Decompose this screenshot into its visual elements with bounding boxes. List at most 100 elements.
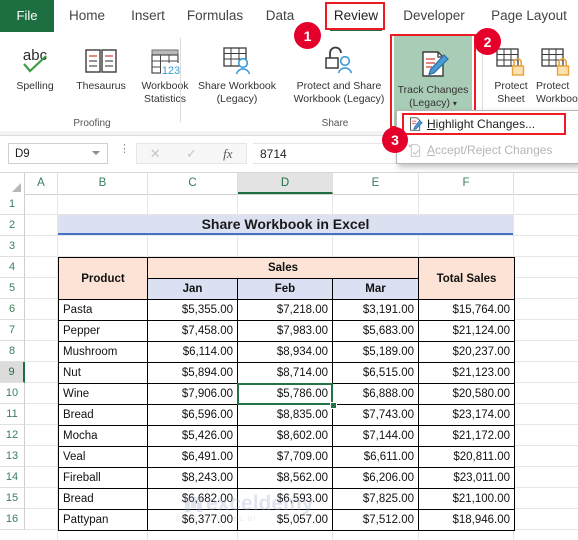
cell-feb[interactable]: $6,593.00 — [237, 488, 333, 510]
cell-product[interactable]: Pattypan — [58, 509, 148, 531]
row-header-9[interactable]: 9 — [0, 362, 25, 383]
cell-feb[interactable]: $5,057.00 — [237, 509, 333, 531]
cell-jan[interactable]: $7,458.00 — [147, 320, 238, 342]
row-header-1[interactable]: 1 — [0, 194, 25, 215]
cell-feb[interactable]: $7,218.00 — [237, 299, 333, 321]
fill-handle[interactable] — [330, 402, 337, 409]
cell-jan[interactable]: $6,596.00 — [147, 404, 238, 426]
cell-total[interactable]: $21,172.00 — [418, 425, 516, 447]
cell-total[interactable]: $21,123.00 — [418, 362, 516, 384]
table-row[interactable]: Fireball $8,243.00 $8,562.00 $6,206.00 $… — [58, 467, 516, 489]
cell-jan[interactable]: $6,114.00 — [147, 341, 238, 363]
column-header-d[interactable]: D — [238, 173, 333, 194]
cell-total[interactable]: $20,580.00 — [418, 383, 516, 405]
cell-product[interactable]: Fireball — [58, 467, 148, 489]
cell-mar[interactable]: $6,888.00 — [331, 383, 420, 405]
name-box[interactable]: D9 — [8, 143, 108, 164]
cell-total[interactable]: $20,237.00 — [418, 341, 516, 363]
cell-mar[interactable]: $7,743.00 — [331, 404, 420, 426]
cell-product[interactable]: Wine — [58, 383, 148, 405]
row-header-11[interactable]: 11 — [0, 404, 25, 425]
column-header-g[interactable] — [514, 173, 578, 194]
cell-feb[interactable]: $8,602.00 — [237, 425, 333, 447]
table-row[interactable]: Wine $7,906.00 $5,786.00 $6,888.00 $20,5… — [58, 383, 516, 405]
cell-jan[interactable]: $6,682.00 — [147, 488, 238, 510]
cell-total[interactable]: $23,174.00 — [418, 404, 516, 426]
row-header-4[interactable]: 4 — [0, 257, 25, 278]
cell-jan[interactable]: $5,426.00 — [147, 425, 238, 447]
table-row[interactable]: Pattypan $6,377.00 $5,057.00 $7,512.00 $… — [58, 509, 516, 531]
cell-feb[interactable]: $8,562.00 — [237, 467, 333, 489]
cell-total[interactable]: $23,011.00 — [418, 467, 516, 489]
row-header-3[interactable]: 3 — [0, 236, 25, 257]
cell-jan[interactable]: $6,377.00 — [147, 509, 238, 531]
protect-workbook-button[interactable]: Protect Workbook — [536, 34, 578, 105]
column-header-b[interactable]: B — [58, 173, 148, 194]
tab-developer[interactable]: Developer — [395, 0, 473, 32]
cell-feb[interactable]: $8,835.00 — [237, 404, 333, 426]
sheet-area[interactable]: Share Workbook in Excel Product Sales To… — [25, 194, 578, 540]
sheet-title-banner[interactable]: Share Workbook in Excel — [58, 215, 513, 235]
cell-mar[interactable]: $6,206.00 — [331, 467, 420, 489]
cell-jan[interactable]: $5,355.00 — [147, 299, 238, 321]
cell-mar[interactable]: $7,825.00 — [331, 488, 420, 510]
cell-product[interactable]: Bread — [58, 404, 148, 426]
name-box-chevron-down-icon[interactable] — [92, 151, 100, 155]
cell-mar[interactable]: $7,512.00 — [331, 509, 420, 531]
cell-product[interactable]: Nut — [58, 362, 148, 384]
tab-insert[interactable]: Insert — [122, 0, 174, 32]
cell-mar[interactable]: $5,683.00 — [331, 320, 420, 342]
cell-mar[interactable]: $6,611.00 — [331, 446, 420, 468]
row-header-12[interactable]: 12 — [0, 425, 25, 446]
cell-feb-selected[interactable]: $8,714.00 — [237, 362, 333, 384]
cell-feb[interactable]: $8,934.00 — [237, 341, 333, 363]
cell-feb[interactable]: $7,709.00 — [237, 446, 333, 468]
row-header-2[interactable]: 2 — [0, 215, 25, 236]
cell-product[interactable]: Mushroom — [58, 341, 148, 363]
cell-mar[interactable]: $3,191.00 — [331, 299, 420, 321]
column-header-f[interactable]: F — [419, 173, 514, 194]
insert-function-icon[interactable]: fx — [210, 146, 246, 162]
table-row[interactable]: Bread $6,682.00 $6,593.00 $7,825.00 $21,… — [58, 488, 516, 510]
row-header-6[interactable]: 6 — [0, 299, 25, 320]
cell-total[interactable]: $21,124.00 — [418, 320, 516, 342]
menu-item-accept-reject-changes[interactable]: Accept/Reject Changes — [397, 137, 578, 163]
tab-formulas[interactable]: Formulas — [180, 0, 250, 32]
column-header-e[interactable]: E — [333, 173, 419, 194]
row-header-14[interactable]: 14 — [0, 467, 25, 488]
row-header-13[interactable]: 13 — [0, 446, 25, 467]
row-header-7[interactable]: 7 — [0, 320, 25, 341]
cell-jan[interactable]: $8,243.00 — [147, 467, 238, 489]
table-row[interactable]: Pepper $7,458.00 $7,983.00 $5,683.00 $21… — [58, 320, 516, 342]
table-row[interactable]: Mushroom $6,114.00 $8,934.00 $5,189.00 $… — [58, 341, 516, 363]
workbook-statistics-button[interactable]: 123 Workbook Statistics — [134, 34, 196, 105]
cell-total[interactable]: $21,100.00 — [418, 488, 516, 510]
cell-total[interactable]: $18,946.00 — [418, 509, 516, 531]
tab-page-layout[interactable]: Page Layout — [485, 0, 573, 32]
cell-feb[interactable]: $7,983.00 — [237, 320, 333, 342]
row-header-15[interactable]: 15 — [0, 488, 25, 509]
tab-home[interactable]: Home — [58, 0, 116, 32]
tab-file[interactable]: File — [0, 0, 54, 32]
table-row[interactable]: Nut $5,894.00 $8,714.00 $6,515.00 $21,12… — [58, 362, 516, 384]
enter-icon[interactable]: ✓ — [173, 146, 209, 162]
table-row[interactable]: Bread $6,596.00 $8,835.00 $7,743.00 $23,… — [58, 404, 516, 426]
column-header-c[interactable]: C — [148, 173, 238, 194]
cell-jan[interactable]: $5,894.00 — [147, 362, 238, 384]
cell-jan[interactable]: $6,491.00 — [147, 446, 238, 468]
row-header-16[interactable]: 16 — [0, 509, 25, 530]
cell-product[interactable]: Bread — [58, 488, 148, 510]
select-all-corner[interactable] — [0, 173, 25, 194]
spelling-button[interactable]: abc Spelling — [4, 34, 66, 93]
table-row[interactable]: Veal $6,491.00 $7,709.00 $6,611.00 $20,8… — [58, 446, 516, 468]
table-row[interactable]: Mocha $5,426.00 $8,602.00 $7,144.00 $21,… — [58, 425, 516, 447]
cell-jan[interactable]: $7,906.00 — [147, 383, 238, 405]
cancel-icon[interactable]: ✕ — [137, 146, 173, 162]
cell-product[interactable]: Mocha — [58, 425, 148, 447]
cell-product[interactable]: Pasta — [58, 299, 148, 321]
row-header-5[interactable]: 5 — [0, 278, 25, 299]
row-header-10[interactable]: 10 — [0, 383, 25, 404]
table-row[interactable]: Pasta $5,355.00 $7,218.00 $3,191.00 $15,… — [58, 299, 516, 321]
thesaurus-button[interactable]: Thesaurus — [68, 34, 134, 93]
cell-total[interactable]: $20,811.00 — [418, 446, 516, 468]
